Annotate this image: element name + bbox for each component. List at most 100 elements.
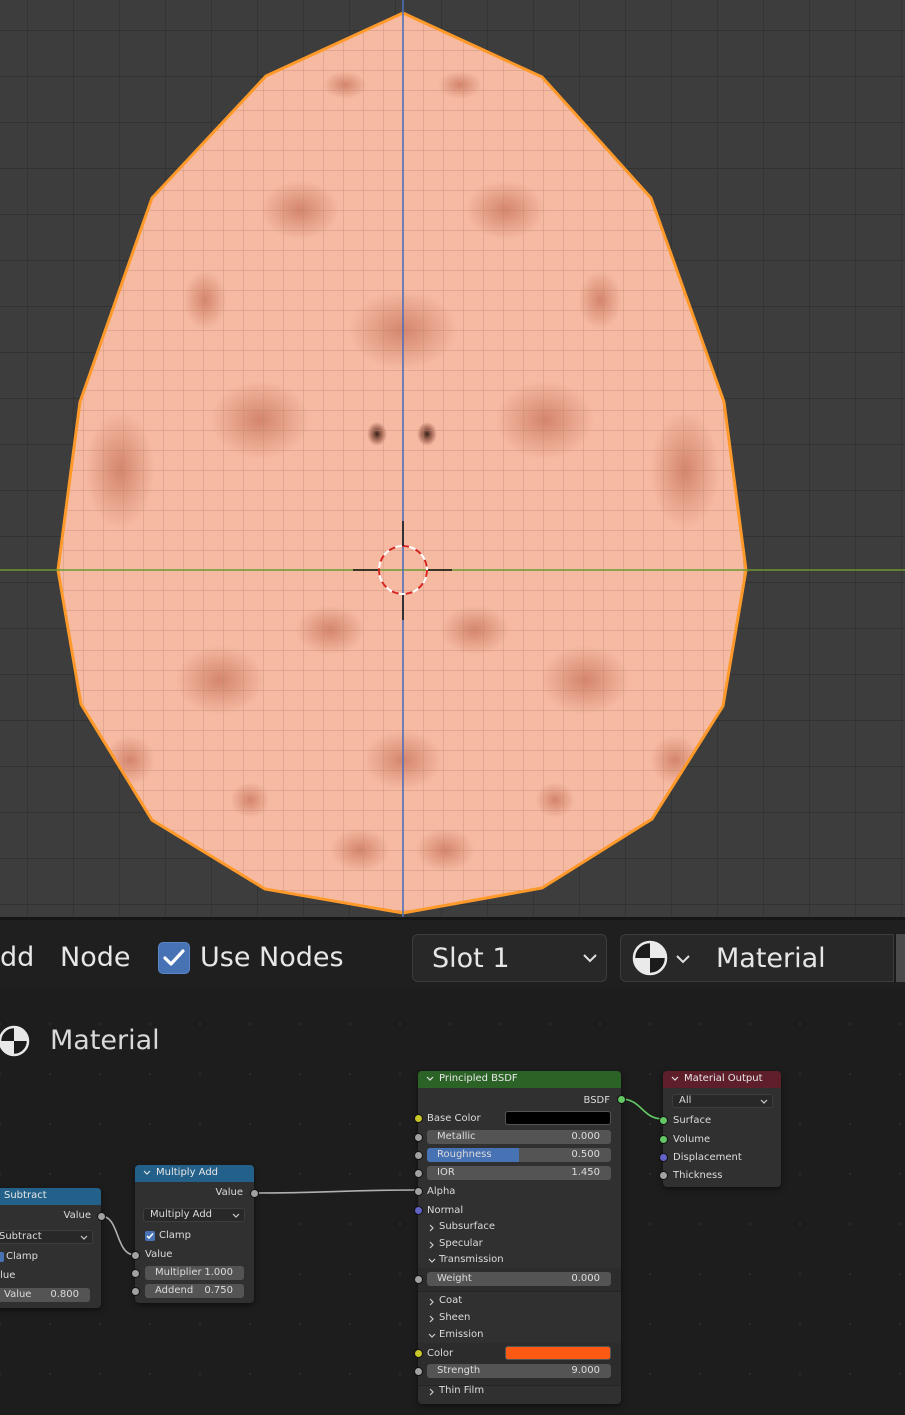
material-output-header[interactable]: Material Output — [663, 1071, 781, 1088]
subtract-node-header[interactable]: Subtract — [0, 1188, 101, 1205]
metallic-value: 0.000 — [571, 1131, 600, 1142]
multiply-add-node-title: Multiply Add — [156, 1167, 219, 1178]
ior-value: 1.450 — [571, 1167, 600, 1178]
coat-panel[interactable]: Coat — [418, 1293, 621, 1309]
transmission-weight-field[interactable]: Weight 0.000 — [427, 1272, 611, 1286]
multiply-add-node-header[interactable]: Multiply Add — [135, 1165, 254, 1182]
sheen-label: Sheen — [439, 1312, 471, 1323]
specular-panel[interactable]: Specular — [418, 1236, 621, 1252]
addend-value: 0.750 — [204, 1285, 233, 1296]
subtract-node[interactable]: Subtract Value Subtract Clamp alue Value… — [0, 1188, 106, 1308]
material-browse-button[interactable] — [620, 934, 698, 982]
thickness-socket[interactable] — [659, 1171, 668, 1180]
strength-socket[interactable] — [414, 1367, 423, 1376]
fake-user-button[interactable] — [894, 934, 905, 982]
multiply-add-value-socket[interactable] — [131, 1251, 140, 1260]
sheen-panel[interactable]: Sheen — [418, 1310, 621, 1326]
volume-label: Volume — [673, 1134, 711, 1145]
output-target-dropdown[interactable]: All — [672, 1094, 773, 1108]
use-nodes-label[interactable]: Use Nodes — [200, 942, 344, 973]
checkmark-icon — [163, 949, 185, 966]
emission-color-label: Color — [427, 1348, 454, 1359]
subtract-operation-dropdown[interactable]: Subtract — [0, 1230, 93, 1244]
subtract-value-field[interactable]: Value 0.800 — [0, 1288, 90, 1302]
metallic-socket[interactable] — [414, 1133, 423, 1142]
subtract-clamp-label: Clamp — [6, 1251, 38, 1262]
chevron-down-icon — [80, 1235, 88, 1240]
alpha-socket[interactable] — [414, 1187, 423, 1196]
transmission-panel[interactable]: Transmission — [418, 1252, 621, 1268]
collapse-chevron-icon[interactable] — [671, 1076, 679, 1082]
chevron-right-icon — [429, 1241, 434, 1249]
material-name-field[interactable]: Material — [698, 934, 894, 982]
emission-color-socket[interactable] — [414, 1349, 423, 1358]
surface-socket[interactable] — [659, 1116, 668, 1125]
ior-socket[interactable] — [414, 1169, 423, 1178]
emission-color-swatch[interactable] — [505, 1346, 611, 1360]
emission-panel[interactable]: Emission — [418, 1327, 621, 1343]
multiplier-socket[interactable] — [131, 1269, 140, 1278]
thickness-label: Thickness — [673, 1170, 723, 1181]
transmission-label: Transmission — [439, 1254, 504, 1265]
addend-socket[interactable] — [131, 1287, 140, 1296]
multiply-add-output-socket[interactable] — [250, 1189, 259, 1198]
material-output-title: Material Output — [684, 1073, 763, 1084]
viewport-canvas[interactable] — [0, 0, 905, 917]
multiply-add-clamp-label: Clamp — [159, 1230, 191, 1241]
material-output-node[interactable]: Material Output All Surface Volume Displ… — [659, 1071, 781, 1187]
principled-bsdf-node[interactable]: Principled BSDF BSDF Base Color Metallic… — [414, 1071, 626, 1404]
strength-label: Strength — [437, 1365, 481, 1376]
chevron-down-icon — [428, 1333, 436, 1338]
metallic-label: Metallic — [437, 1131, 476, 1142]
normal-socket[interactable] — [414, 1206, 423, 1215]
bsdf-output-socket[interactable] — [617, 1095, 626, 1104]
emission-strength-field[interactable]: Strength 9.000 — [427, 1364, 611, 1378]
displacement-socket[interactable] — [659, 1153, 668, 1162]
subtract-operation-value: Subtract — [0, 1231, 42, 1242]
subtract-output-socket[interactable] — [97, 1212, 106, 1221]
thin-film-label: Thin Film — [439, 1385, 485, 1396]
weight-value: 0.000 — [571, 1273, 600, 1284]
subsurface-panel[interactable]: Subsurface — [418, 1219, 621, 1235]
shader-node-editor[interactable]: Material Subtract Value Subtract Clamp a… — [0, 989, 905, 1415]
metallic-field[interactable]: Metallic 0.000 — [427, 1130, 611, 1144]
collapse-chevron-icon[interactable] — [426, 1076, 434, 1082]
ior-label: IOR — [437, 1167, 455, 1178]
subtract-input-label: alue — [0, 1270, 16, 1281]
strength-value: 9.000 — [571, 1365, 600, 1376]
weight-label: Weight — [437, 1273, 472, 1284]
weight-socket[interactable] — [414, 1275, 423, 1284]
coat-label: Coat — [439, 1295, 463, 1306]
chevron-right-icon — [429, 1298, 434, 1306]
subtract-value-label: Value — [4, 1289, 32, 1300]
multiply-add-operation-dropdown[interactable]: Multiply Add — [143, 1208, 245, 1222]
base-color-swatch[interactable] — [505, 1111, 611, 1125]
menu-node[interactable]: Node — [60, 942, 130, 973]
slot-dropdown[interactable]: Slot 1 — [412, 934, 607, 982]
principled-bsdf-header[interactable]: Principled BSDF — [418, 1071, 621, 1088]
alpha-label: Alpha — [427, 1186, 456, 1197]
multiply-add-node[interactable]: Multiply Add Value Multiply Add Clamp Va… — [131, 1165, 259, 1303]
multiplier-label: Multiplier — [155, 1267, 202, 1278]
roughness-label: Roughness — [437, 1149, 492, 1160]
ior-field[interactable]: IOR 1.450 — [427, 1166, 611, 1180]
multiplier-field[interactable]: Multiplier 1.000 — [145, 1266, 244, 1280]
roughness-value: 0.500 — [571, 1149, 600, 1160]
3d-viewport[interactable] — [0, 0, 905, 917]
addend-field[interactable]: Addend 0.750 — [145, 1284, 244, 1298]
thin-film-panel[interactable]: Thin Film — [418, 1383, 621, 1399]
use-nodes-checkbox[interactable] — [158, 942, 190, 974]
multiply-add-output-label: Value — [215, 1187, 243, 1198]
collapse-chevron-icon[interactable] — [143, 1170, 151, 1176]
surface-label: Surface — [673, 1115, 712, 1126]
volume-socket[interactable] — [659, 1135, 668, 1144]
base-color-socket[interactable] — [414, 1114, 423, 1123]
material-name: Material — [716, 943, 826, 974]
emission-label: Emission — [439, 1329, 484, 1340]
chevron-down-icon — [428, 1258, 436, 1263]
menu-add[interactable]: dd — [0, 942, 34, 973]
roughness-socket[interactable] — [414, 1151, 423, 1160]
specular-label: Specular — [439, 1238, 483, 1249]
output-target-value: All — [679, 1095, 692, 1106]
roughness-field[interactable]: Roughness 0.500 — [427, 1148, 611, 1162]
